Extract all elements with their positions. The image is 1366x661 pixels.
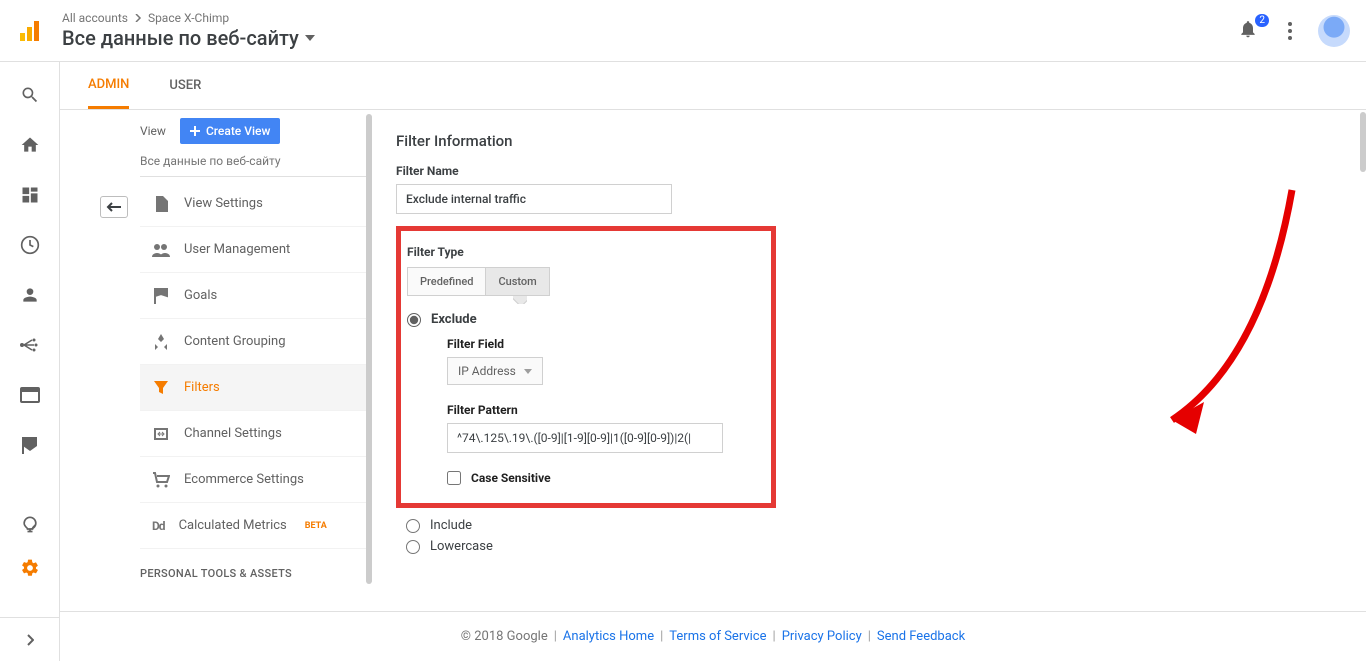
filter-name-input[interactable] <box>396 184 672 214</box>
filter-panel: Filter Information Filter Name Filter Ty… <box>372 110 1366 611</box>
caret-down-icon <box>524 369 532 374</box>
conversions-icon[interactable] <box>19 434 41 456</box>
view-selector[interactable]: Все данные по веб-сайту <box>62 26 1238 50</box>
ga-logo-icon <box>12 13 48 49</box>
chevron-right-icon <box>134 14 142 22</box>
view-subtitle: Все данные по веб-сайту <box>140 154 366 177</box>
plus-icon <box>190 126 200 136</box>
breadcrumb-all-accounts[interactable]: All accounts <box>62 11 128 25</box>
grouping-icon <box>152 333 170 351</box>
dashboards-icon[interactable] <box>19 184 41 206</box>
footer-analytics-home[interactable]: Analytics Home <box>563 629 654 644</box>
home-icon[interactable] <box>19 134 41 156</box>
back-button[interactable] <box>100 196 128 218</box>
users-icon <box>152 241 170 259</box>
seg-custom[interactable]: Custom <box>486 267 549 296</box>
create-view-button[interactable]: Create View <box>180 118 280 144</box>
breadcrumb-account[interactable]: Space X-Chimp <box>148 11 229 25</box>
nav-channel-settings[interactable]: Channel Settings <box>140 411 366 457</box>
back-arrow-icon <box>106 202 122 212</box>
notification-count-badge: 2 <box>1254 13 1270 28</box>
radio-lowercase[interactable]: Lowercase <box>406 539 1366 554</box>
footer-feedback[interactable]: Send Feedback <box>877 629 965 644</box>
nav-content-grouping[interactable]: Content Grouping <box>140 319 366 365</box>
page-title: Все данные по веб-сайту <box>62 26 299 50</box>
section-personal-tools: PERSONAL TOOLS & ASSETS <box>140 549 366 586</box>
caret-down-icon <box>305 35 315 41</box>
filter-field-dropdown[interactable]: IP Address <box>447 357 543 385</box>
case-sensitive-input[interactable] <box>447 471 461 485</box>
filter-pattern-input[interactable] <box>447 423 723 453</box>
audience-icon[interactable] <box>19 284 41 306</box>
beta-badge: BETA <box>305 521 327 531</box>
seg-predefined[interactable]: Predefined <box>407 267 486 296</box>
nav-filters[interactable]: Filters <box>140 365 366 411</box>
nav-calculated-metrics[interactable]: Dd Calculated Metrics BETA <box>140 503 366 549</box>
discover-icon[interactable] <box>19 513 41 535</box>
left-rail <box>0 62 60 661</box>
more-menu-button[interactable] <box>1278 19 1302 43</box>
flag-icon <box>152 287 170 305</box>
scrollbar-right[interactable] <box>1360 112 1366 172</box>
view-label: View <box>140 124 166 138</box>
file-icon <box>152 195 170 213</box>
radio-exclude-input[interactable] <box>407 313 421 327</box>
nav-user-management[interactable]: User Management <box>140 227 366 273</box>
radio-include-input[interactable] <box>406 519 420 533</box>
nav-goals[interactable]: Goals <box>140 273 366 319</box>
footer-privacy[interactable]: Privacy Policy <box>782 629 862 644</box>
app-header: All accounts Space X-Chimp Все данные по… <box>0 0 1366 62</box>
acquisition-icon[interactable] <box>19 334 41 356</box>
highlight-box: Filter Type Predefined Custom Exclude Fi… <box>396 226 776 508</box>
filter-type-label: Filter Type <box>407 245 755 259</box>
search-icon[interactable] <box>19 84 41 106</box>
more-vert-icon <box>1288 22 1292 40</box>
case-sensitive-check[interactable]: Case Sensitive <box>447 471 755 485</box>
notifications-button[interactable]: 2 <box>1238 19 1262 43</box>
realtime-icon[interactable] <box>19 234 41 256</box>
account-avatar[interactable] <box>1318 15 1350 47</box>
footer-terms[interactable]: Terms of Service <box>669 629 766 644</box>
annotation-arrow <box>772 180 1322 480</box>
expand-rail-button[interactable] <box>0 617 59 661</box>
filter-field-label: Filter Field <box>447 337 755 351</box>
filter-pattern-label: Filter Pattern <box>447 403 755 417</box>
admin-gear-icon[interactable] <box>19 557 41 579</box>
breadcrumb: All accounts Space X-Chimp <box>62 11 1238 25</box>
tab-user[interactable]: USER <box>169 62 201 109</box>
view-column: View Create View Все данные по веб-сайту… <box>140 110 366 611</box>
tab-admin[interactable]: ADMIN <box>88 62 129 109</box>
nav-view-settings[interactable]: View Settings <box>140 181 366 227</box>
chevron-right-icon <box>26 634 34 646</box>
nav-ecommerce-settings[interactable]: Ecommerce Settings <box>140 457 366 503</box>
footer-copyright: © 2018 Google <box>461 629 548 644</box>
radio-lowercase-input[interactable] <box>406 540 420 554</box>
footer: © 2018 Google | Analytics Home | Terms o… <box>60 611 1366 661</box>
channel-icon <box>152 425 170 443</box>
seg-pointer <box>513 296 527 304</box>
radio-include[interactable]: Include <box>406 518 1366 533</box>
cart-icon <box>152 471 170 489</box>
radio-exclude[interactable]: Exclude <box>407 312 755 327</box>
panel-title: Filter Information <box>396 132 1366 150</box>
behavior-icon[interactable] <box>19 384 41 406</box>
dd-icon: Dd <box>152 517 165 535</box>
filter-icon <box>152 379 170 397</box>
filter-name-label: Filter Name <box>396 164 1366 178</box>
tabs-row: ADMIN USER <box>60 62 1366 110</box>
